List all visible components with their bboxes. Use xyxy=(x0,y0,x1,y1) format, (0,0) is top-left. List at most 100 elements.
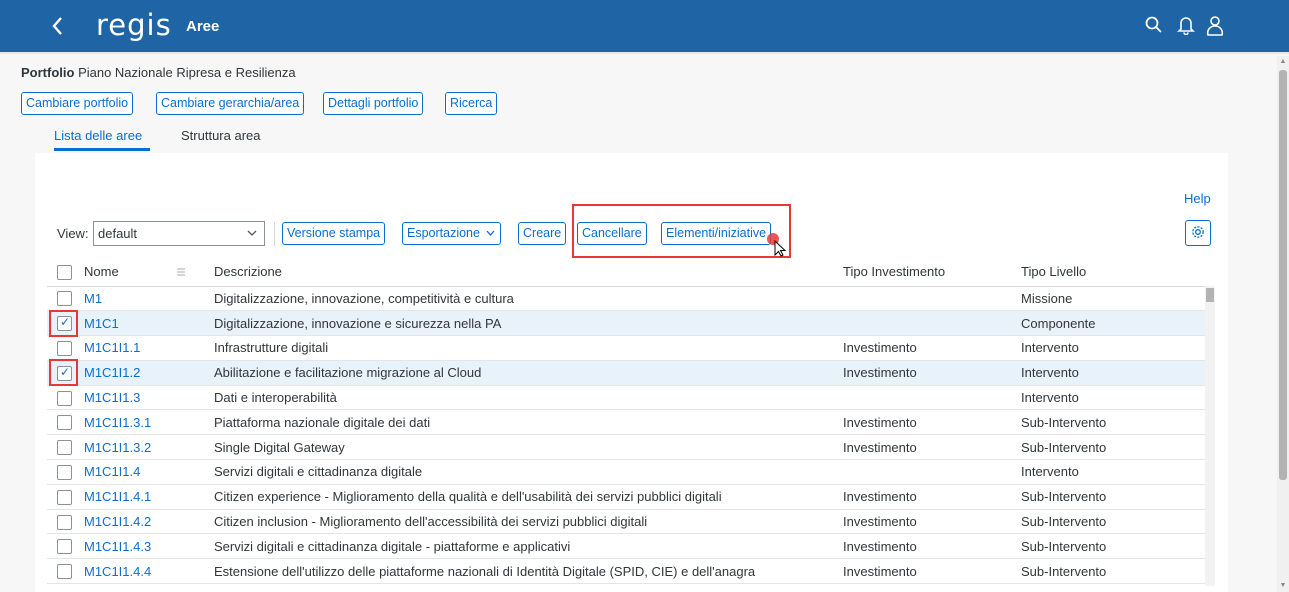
column-header-descrizione[interactable]: Descrizione xyxy=(214,258,843,287)
table-scrollbar[interactable] xyxy=(1205,286,1215,586)
row-descrizione: Citizen inclusion - Miglioramento dell'a… xyxy=(214,509,843,535)
table-row[interactable]: M1C1I1.4.2 Citizen inclusion - Migliorame… xyxy=(47,509,1205,535)
row-tipo-investimento: Investimento xyxy=(843,558,1021,585)
table-row[interactable]: M1C1I1.4.4 Estensione dell'utilizzo dell… xyxy=(47,558,1205,585)
table-row[interactable]: M1 Digitalizzazione, innovazione, competi… xyxy=(47,286,1205,312)
row-nome-link[interactable]: M1 xyxy=(84,286,214,312)
toolbar-highlight-frame xyxy=(572,204,791,258)
row-nome-link[interactable]: M1C1I1.3.1 xyxy=(84,409,214,436)
row-tipo-investimento: Investimento xyxy=(843,335,1021,361)
table-row[interactable]: M1C1Digitalizzazione, innovazione e sicu… xyxy=(47,310,1205,337)
page-scrollbar[interactable]: ▲ ▼ xyxy=(1277,56,1289,592)
tab-bar: Lista delle aree Struttura area xyxy=(0,122,1276,152)
view-select-value: default xyxy=(98,226,138,241)
row-nome-link[interactable]: M1C1I1.4.2 xyxy=(84,509,214,535)
row-select-cell xyxy=(47,509,84,535)
tab-area-list[interactable]: Lista delle aree xyxy=(54,128,142,143)
search-icon[interactable] xyxy=(1144,15,1166,37)
row-select-cell xyxy=(47,533,84,560)
row-descrizione: Infrastrutture digitali xyxy=(214,335,843,361)
scroll-down-icon[interactable]: ▼ xyxy=(1279,582,1287,590)
table-row[interactable]: M1C1I1.4.3 Servizi digitali e cittadinanz… xyxy=(47,533,1205,560)
help-link[interactable]: Help xyxy=(1184,191,1211,206)
table-row[interactable]: M1C1I1.3 Dati e interoperabilità Intervent… xyxy=(47,385,1205,411)
row-checkbox[interactable] xyxy=(57,341,72,357)
row-nome-link[interactable]: M1C1 xyxy=(84,310,214,337)
notification-bell-icon[interactable] xyxy=(1176,15,1198,37)
row-nome-link[interactable]: M1C1I1.4.3 xyxy=(84,533,214,560)
row-checkbox[interactable] xyxy=(57,489,72,505)
row-checkbox[interactable] xyxy=(57,564,72,580)
row-nome-link[interactable]: M1C1I1.4.1 xyxy=(84,484,214,510)
row-tipo-livello: Missione xyxy=(1021,286,1205,312)
select-all-checkbox[interactable] xyxy=(57,264,72,280)
row-select-cell xyxy=(47,459,84,485)
row-nome-link[interactable]: M1C1I1.3 xyxy=(84,385,214,411)
row-tipo-investimento xyxy=(843,385,1021,411)
print-version-button[interactable]: Versione stampa xyxy=(282,222,386,245)
row-descrizione: Piattaforma nazionale digitale dei dati xyxy=(214,409,843,436)
change-portfolio-button[interactable]: Cambiare portfolio xyxy=(21,92,134,115)
export-button[interactable]: Esportazione xyxy=(402,222,501,245)
change-hierarchy-button[interactable]: Cambiare gerarchia/area xyxy=(156,92,305,115)
table-row[interactable]: M1C1I1.2Abilitazione e facilitazione mig… xyxy=(47,360,1205,386)
column-header-tipo-livello[interactable]: Tipo Livello xyxy=(1021,258,1205,287)
row-tipo-investimento: Investimento xyxy=(843,409,1021,436)
portfolio-details-button[interactable]: Dettagli portfolio xyxy=(323,92,424,115)
table-row[interactable]: M1C1I1.3.1 Piattaforma nazionale digitale… xyxy=(47,409,1205,436)
row-select-cell xyxy=(47,335,84,361)
row-tipo-investimento: Investimento xyxy=(843,434,1021,461)
column-header-tipo-investimento[interactable]: Tipo Investimento xyxy=(843,258,1021,287)
row-checkbox[interactable] xyxy=(57,415,72,431)
table-scroll-thumb[interactable] xyxy=(1206,288,1214,302)
areas-table: Nome Descrizione Tipo Investimento Tipo … xyxy=(47,258,1205,585)
row-descrizione: Estensione dell'utilizzo delle piattafor… xyxy=(214,558,843,585)
row-nome-link[interactable]: M1C1I1.4 xyxy=(84,459,214,485)
row-descrizione: Citizen experience - Miglioramento della… xyxy=(214,484,843,510)
row-checkbox[interactable] xyxy=(57,390,72,406)
row-tipo-livello: Intervento xyxy=(1021,385,1205,411)
row-nome-link[interactable]: M1C1I1.4.4 xyxy=(84,558,214,585)
checkbox-highlight-frame xyxy=(49,359,78,387)
tab-area-structure[interactable]: Struttura area xyxy=(181,128,261,143)
user-icon[interactable] xyxy=(1205,15,1227,37)
app-logo[interactable]: regis xyxy=(96,10,172,40)
chevron-down-icon xyxy=(485,223,496,251)
column-header-nome[interactable]: Nome xyxy=(84,258,214,287)
row-tipo-livello: Sub-Intervento xyxy=(1021,484,1205,510)
row-nome-link[interactable]: M1C1I1.2 xyxy=(84,360,214,386)
row-tipo-livello: Componente xyxy=(1021,310,1205,337)
row-descrizione: Servizi digitali e cittadinanza digitale xyxy=(214,459,843,485)
page-scroll-thumb[interactable] xyxy=(1279,70,1287,480)
row-descrizione: Single Digital Gateway xyxy=(214,434,843,461)
row-descrizione: Digitalizzazione, innovazione, competiti… xyxy=(214,286,843,312)
row-tipo-livello: Sub-Intervento xyxy=(1021,434,1205,461)
search-button[interactable]: Ricerca xyxy=(445,92,498,115)
create-button[interactable]: Creare xyxy=(518,222,567,245)
table-row[interactable]: M1C1I1.3.2 Single Digital Gateway Investi… xyxy=(47,434,1205,461)
row-checkbox[interactable] xyxy=(57,514,72,530)
portfolio-info: Portfolio Piano Nazionale Ripresa e Resi… xyxy=(21,65,296,80)
row-checkbox[interactable] xyxy=(57,440,72,456)
row-nome-link[interactable]: M1C1I1.3.2 xyxy=(84,434,214,461)
table-row[interactable]: M1C1I1.4 Servizi digitali e cittadinanza … xyxy=(47,459,1205,485)
portfolio-label: Portfolio xyxy=(21,65,75,80)
table-row[interactable]: M1C1I1.4.1 Citizen experience - Miglioram… xyxy=(47,484,1205,510)
back-icon[interactable] xyxy=(50,15,72,39)
column-menu-icon[interactable] xyxy=(176,265,186,276)
scroll-up-icon[interactable]: ▲ xyxy=(1279,58,1287,66)
table-settings-button[interactable] xyxy=(1185,220,1211,246)
row-tipo-livello: Intervento xyxy=(1021,459,1205,485)
table-row[interactable]: M1C1I1.1 Infrastrutture digitali Investime… xyxy=(47,335,1205,361)
row-descrizione: Servizi digitali e cittadinanza digitale… xyxy=(214,533,843,560)
view-select[interactable]: default xyxy=(93,221,265,246)
row-tipo-livello: Intervento xyxy=(1021,335,1205,361)
row-nome-link[interactable]: M1C1I1.1 xyxy=(84,335,214,361)
row-checkbox[interactable] xyxy=(57,465,72,480)
row-tipo-investimento xyxy=(843,459,1021,485)
row-checkbox[interactable] xyxy=(57,291,72,307)
row-tipo-investimento xyxy=(843,310,1021,337)
gear-icon xyxy=(1190,225,1206,243)
table-body: M1 Digitalizzazione, innovazione, competi… xyxy=(47,286,1205,585)
row-checkbox[interactable] xyxy=(57,539,72,555)
